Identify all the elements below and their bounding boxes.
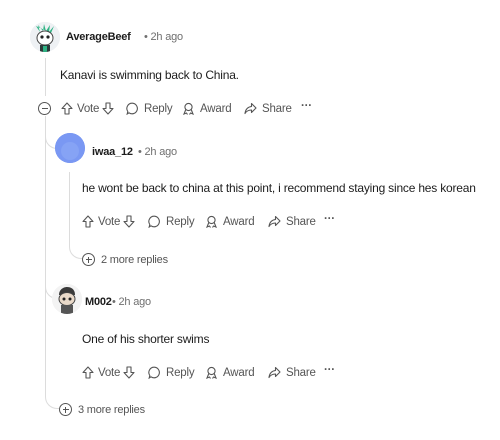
more-replies-label: 3 more replies xyxy=(78,403,145,416)
more-replies-button[interactable]: 2 more replies xyxy=(82,253,168,266)
award-button[interactable]: Award xyxy=(205,366,255,379)
upvote-button[interactable]: Vote xyxy=(82,215,120,228)
upvote-arrow-icon xyxy=(82,366,94,379)
share-label: Share xyxy=(286,215,316,228)
plus-circle-icon xyxy=(59,403,72,416)
share-button[interactable]: Share xyxy=(268,215,316,228)
downvote-arrow-icon xyxy=(102,102,114,115)
reply-button[interactable]: Reply xyxy=(148,215,195,228)
comment-timestamp[interactable]: • 2h ago xyxy=(112,296,151,308)
upvote-button[interactable]: Vote xyxy=(82,366,120,379)
award-icon xyxy=(206,366,217,379)
speech-bubble-icon xyxy=(148,215,160,228)
minus-icon xyxy=(41,108,48,109)
avatar[interactable] xyxy=(52,284,82,314)
thread-line-main xyxy=(45,58,46,96)
vote-label: Vote xyxy=(98,215,121,228)
thread-line-main-lower xyxy=(45,116,46,396)
reply-button[interactable]: Reply xyxy=(126,102,173,115)
downvote-button[interactable] xyxy=(102,102,114,115)
vote-label: Vote xyxy=(77,102,100,115)
avatar-snoo-icon xyxy=(30,22,60,52)
downvote-button[interactable] xyxy=(123,366,135,379)
comment-username[interactable]: AverageBeef xyxy=(66,31,131,43)
more-options-button[interactable]: ··· xyxy=(324,213,335,225)
share-label: Share xyxy=(286,366,316,379)
collapse-thread-button[interactable] xyxy=(38,102,51,115)
reply-label: Reply xyxy=(144,102,173,115)
comment-body: One of his shorter swims xyxy=(82,332,210,346)
award-button[interactable]: Award xyxy=(205,215,255,228)
more-replies-label: 2 more replies xyxy=(101,253,168,266)
award-button[interactable]: Award xyxy=(182,102,232,115)
avatar-default-icon xyxy=(55,133,85,163)
downvote-button[interactable] xyxy=(123,215,135,228)
thread-curve-more-3 xyxy=(45,390,59,409)
share-button[interactable]: Share xyxy=(244,102,292,115)
award-icon xyxy=(183,102,194,115)
upvote-arrow-icon xyxy=(61,102,73,115)
plus-circle-icon xyxy=(82,253,95,266)
upvote-button[interactable]: Vote xyxy=(61,102,99,115)
comment-username[interactable]: iwaa_12 xyxy=(92,146,133,158)
comment-body: he wont be back to china at this point, … xyxy=(82,181,476,195)
more-replies-button[interactable]: 3 more replies xyxy=(59,403,145,416)
avatar-snoo-icon xyxy=(52,284,82,314)
more-options-button[interactable]: ··· xyxy=(324,364,335,376)
award-label: Award xyxy=(223,215,255,228)
downvote-arrow-icon xyxy=(123,215,135,228)
comment-body: Kanavi is swimming back to China. xyxy=(60,68,239,82)
upvote-arrow-icon xyxy=(82,215,94,228)
award-icon xyxy=(206,215,217,228)
comment-timestamp[interactable]: • 2h ago xyxy=(138,146,177,158)
thread-line-reply-1 xyxy=(69,172,70,242)
award-label: Award xyxy=(200,102,232,115)
share-arrow-icon xyxy=(268,366,281,379)
share-label: Share xyxy=(262,102,292,115)
downvote-arrow-icon xyxy=(123,366,135,379)
speech-bubble-icon xyxy=(148,366,160,379)
comment-username[interactable]: M002 xyxy=(85,296,112,308)
comment-timestamp[interactable]: • 2h ago xyxy=(144,31,183,43)
share-arrow-icon xyxy=(244,102,257,115)
avatar[interactable] xyxy=(30,22,60,52)
avatar[interactable] xyxy=(55,133,85,163)
vote-label: Vote xyxy=(98,366,121,379)
speech-bubble-icon xyxy=(126,102,138,115)
share-button[interactable]: Share xyxy=(268,366,316,379)
award-label: Award xyxy=(223,366,255,379)
share-arrow-icon xyxy=(268,215,281,228)
more-options-button[interactable]: ··· xyxy=(301,100,312,112)
reply-button[interactable]: Reply xyxy=(148,366,195,379)
reply-label: Reply xyxy=(166,215,195,228)
reply-label: Reply xyxy=(166,366,195,379)
